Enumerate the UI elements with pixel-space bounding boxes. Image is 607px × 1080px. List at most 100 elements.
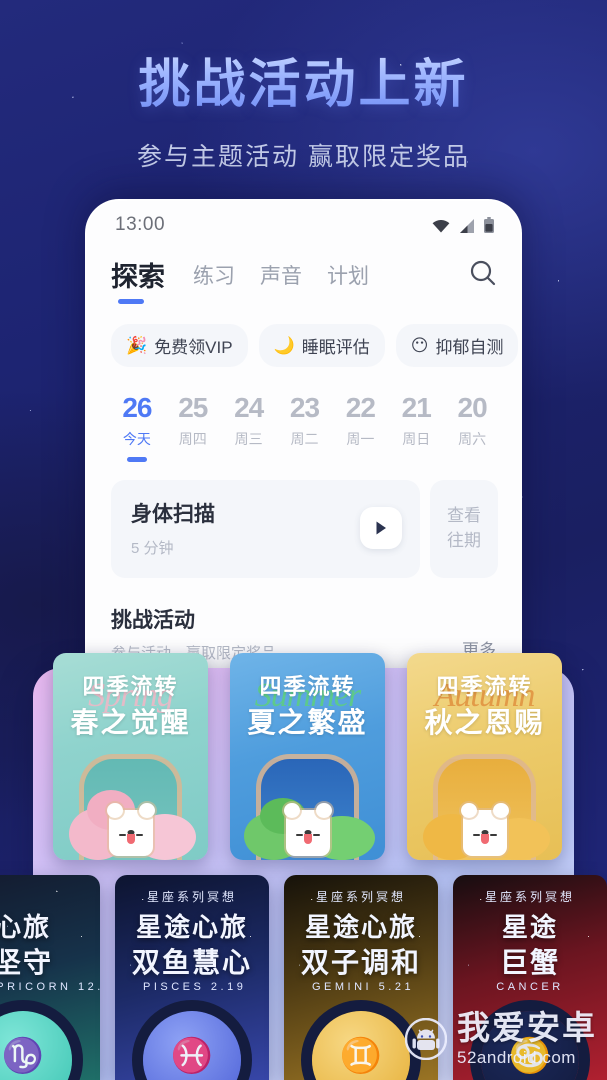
face-icon: 😶: [410, 336, 429, 355]
season-card-summer[interactable]: Summer 四季流转 夏之繁盛: [230, 653, 385, 860]
watermark-name: 我爱安卓: [457, 1009, 597, 1046]
date-item-23[interactable]: 23 周二: [277, 392, 333, 462]
zodiac-card-capricorn[interactable]: 心旅 坚守 CAPRICORN 12.22 ♑: [0, 875, 100, 1080]
search-icon: [470, 260, 496, 286]
zodiac-badge-capricorn: CAPRICORN 12.22 ♑: [0, 981, 100, 1080]
body-scan-text: 身体扫描 5 分钟: [131, 498, 360, 558]
page-subtitle: 参与主题活动 赢取限定奖品: [137, 143, 470, 171]
tab-bar[interactable]: 探索 练习 声音 计划: [87, 249, 520, 304]
zodiac-badge-inner: CAPRICORN 12.22 ♑: [0, 981, 100, 1080]
date-label: 今天: [122, 431, 151, 447]
zodiac-subtitle-capricorn: 坚守: [0, 947, 53, 978]
tab-explore-label: 探索: [111, 262, 165, 292]
play-icon: [376, 521, 386, 535]
zodiac-subtitle-pisces: 双鱼慧心: [131, 947, 252, 978]
season-card-autumn[interactable]: Autumn 四季流转 秋之恩赐: [407, 653, 562, 860]
date-strip[interactable]: 26 今天 25 周四 24 周三 23 周二 22 周一 21 周日 20 周…: [87, 367, 520, 462]
chip-depression-test[interactable]: 😶 抑郁自测: [395, 324, 519, 367]
signal-icon: [460, 219, 474, 233]
body-scan-card[interactable]: 身体扫描 5 分钟: [111, 480, 420, 578]
promo-header: 挑战活动上新 参与主题活动 赢取限定奖品: [0, 0, 607, 173]
season-card-spring[interactable]: Spring 四季流转 春之觉醒: [53, 653, 208, 860]
date-item-20[interactable]: 20 周六: [444, 392, 500, 462]
zodiac-badge-text: CANCER: [496, 981, 564, 993]
season-subtitle-autumn: 秋之恩赐: [424, 707, 545, 738]
zodiac-badge-text: GEMINI 5.21: [312, 981, 415, 993]
date-label: 周二: [290, 431, 319, 447]
bear-eye: [118, 833, 126, 836]
challenge-section-header: 挑战活动 参与活动，赢取限定奖品 更多: [87, 578, 520, 663]
date-number: 24: [234, 392, 264, 423]
party-popper-icon: 🎉: [126, 336, 148, 355]
bear-mouth: [480, 834, 489, 844]
bear-mascot-icon: [460, 803, 509, 856]
android-robot-icon: [405, 1017, 447, 1060]
zodiac-tag-cancer: 星座系列冥想: [484, 890, 575, 904]
date-item-21[interactable]: 21 周日: [388, 392, 444, 462]
zodiac-badge-text: PISCES 2.19: [143, 981, 247, 993]
zodiac-tag-pisces: 星座系列冥想: [146, 890, 237, 904]
zodiac-badge-text: CAPRICORN 12.22: [0, 981, 100, 993]
zodiac-card-pisces[interactable]: 星座系列冥想 星途心旅 双鱼慧心 PISCES 2.19 ♓: [115, 875, 269, 1080]
status-icons: [432, 217, 494, 233]
date-label: 周三: [234, 431, 263, 447]
date-label: 周日: [402, 431, 431, 447]
body-scan-duration: 5 分钟: [131, 540, 174, 557]
date-item-26[interactable]: 26 今天: [109, 392, 165, 462]
tab-active-underline: [118, 299, 144, 304]
date-number: 23: [289, 392, 320, 423]
tab-sound-label: 声音: [260, 264, 302, 288]
tab-practice[interactable]: 练习: [193, 260, 235, 300]
bear-eye: [489, 833, 497, 836]
view-history-line2: 往期: [447, 531, 481, 550]
quick-chip-list[interactable]: 🎉 免费领VIP 🌙 睡眠评估 😶 抑郁自测 🎈: [87, 304, 520, 367]
status-bar: 13:00: [87, 201, 520, 249]
tab-practice-label: 练习: [193, 264, 235, 288]
tab-explore[interactable]: 探索: [111, 255, 165, 304]
zodiac-title-pisces: 星途心旅: [135, 912, 248, 942]
pisces-symbol-icon: ♓: [170, 1037, 214, 1076]
zodiac-badge-gemini: GEMINI 5.21 ♊: [301, 981, 421, 1080]
chip-depression-test-label: 抑郁自测: [435, 338, 504, 357]
battery-icon: [484, 217, 494, 233]
zodiac-title-capricorn: 心旅: [0, 912, 51, 942]
date-number: 26: [122, 392, 152, 423]
bear-eye: [295, 833, 303, 836]
zodiac-badge-inner: GEMINI 5.21 ♊: [312, 981, 411, 1080]
bear-eye: [135, 833, 143, 836]
date-number: 21: [401, 392, 432, 423]
play-button[interactable]: [360, 507, 402, 549]
watermark-text: 我爱安卓 52android.com: [457, 1011, 597, 1066]
chip-free-vip[interactable]: 🎉 免费领VIP: [111, 324, 248, 367]
season-title-summer: 四季流转: [259, 674, 356, 699]
watermark-site: 52android.com: [457, 1048, 576, 1067]
date-active-indicator: [126, 457, 147, 462]
bear-mouth: [303, 834, 312, 844]
zodiac-title-gemini: 星途心旅: [304, 912, 417, 942]
chip-sleep-assessment[interactable]: 🌙 睡眠评估: [258, 324, 385, 367]
tab-sound[interactable]: 声音: [260, 260, 302, 300]
date-number: 25: [178, 392, 208, 423]
date-label: 周六: [458, 431, 487, 447]
date-item-24[interactable]: 24 周三: [221, 392, 277, 462]
search-button[interactable]: [468, 258, 498, 301]
date-item-25[interactable]: 25 周四: [165, 392, 221, 462]
bear-eye: [472, 833, 480, 836]
date-label: 周四: [178, 431, 207, 447]
date-item-22[interactable]: 22 周一: [332, 392, 388, 462]
season-title-spring: 四季流转: [82, 674, 179, 699]
tab-plan[interactable]: 计划: [327, 260, 369, 300]
zodiac-subtitle-cancer: 巨蟹: [499, 947, 560, 978]
bear-eye: [312, 833, 320, 836]
view-history-button[interactable]: 查看 往期: [430, 480, 498, 578]
season-subtitle-summer: 夏之繁盛: [247, 707, 368, 738]
chip-free-vip-label: 免费领VIP: [154, 338, 233, 357]
date-label: 周一: [346, 431, 375, 447]
chip-sleep-assessment-label: 睡眠评估: [301, 338, 370, 357]
season-card-list[interactable]: Spring 四季流转 春之觉醒 Summer 四季流转 夏之繁盛 Autumn…: [53, 653, 583, 865]
tab-plan-label: 计划: [327, 264, 369, 288]
zodiac-tag-gemini: 星座系列冥想: [315, 890, 406, 904]
moon-icon: 🌙: [273, 336, 295, 355]
date-number: 20: [457, 392, 488, 423]
season-subtitle-spring: 春之觉醒: [70, 707, 191, 738]
